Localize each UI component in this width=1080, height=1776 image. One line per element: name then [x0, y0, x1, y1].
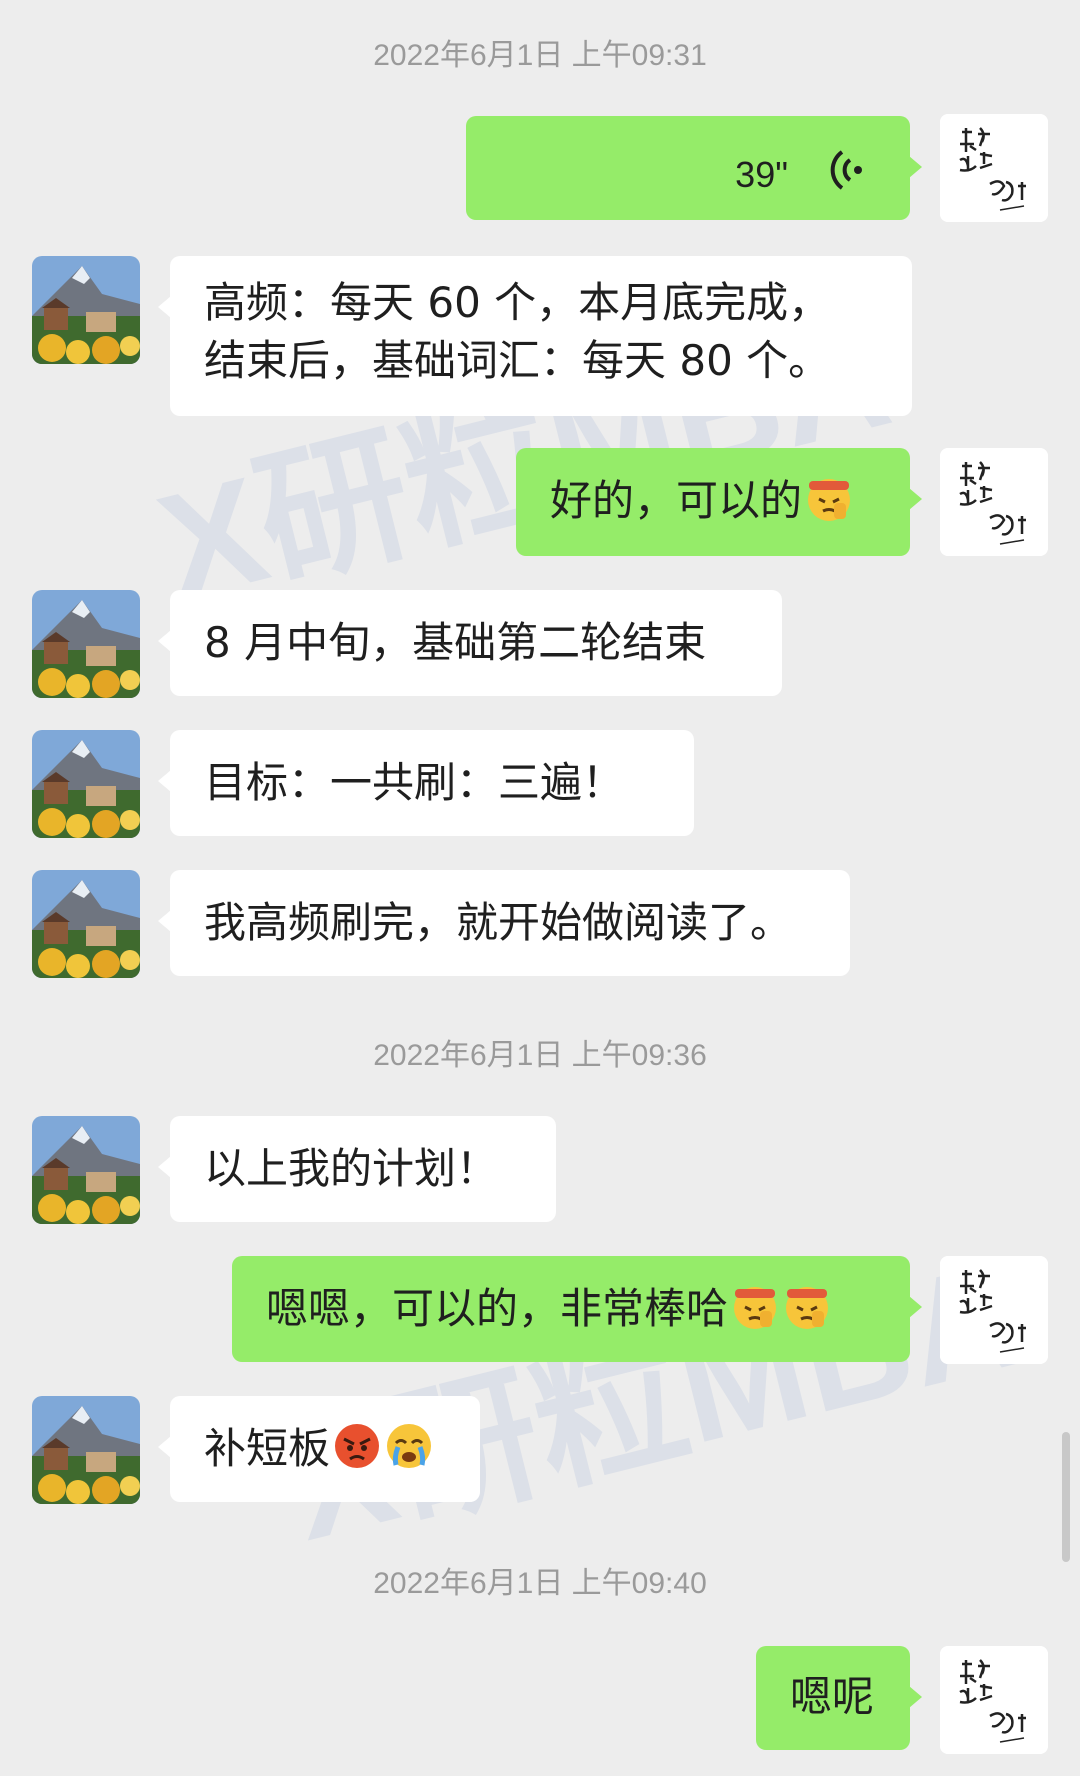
landscape-avatar-image — [32, 1116, 140, 1224]
crying-emoji-icon — [387, 1424, 432, 1468]
calligraphy-avatar-image — [940, 448, 1048, 556]
message-bubble[interactable]: 目标：一共刷：三遍！ — [158, 730, 694, 836]
contact-avatar[interactable] — [32, 870, 140, 978]
message-bubble[interactable]: 8 月中旬，基础第二轮结束 — [158, 590, 782, 696]
timestamp: 2022年6月1日 上午09:36 — [373, 1039, 707, 1072]
contact-avatar[interactable] — [32, 256, 140, 364]
calligraphy-avatar-image — [940, 114, 1048, 222]
message-text: 8 月中旬，基础第二轮结束 — [204, 618, 707, 667]
chat-view: X研粒MBA X研粒MBA 2022年6月1日 上午09:31 39" — [0, 0, 1080, 1776]
my-avatar[interactable] — [940, 1646, 1048, 1754]
contact-avatar[interactable] — [32, 1396, 140, 1504]
contact-avatar[interactable] — [32, 1116, 140, 1224]
landscape-avatar-image — [32, 730, 140, 838]
message-text: 目标：一共刷：三遍！ — [204, 758, 625, 807]
calligraphy-avatar-image — [940, 1646, 1048, 1754]
timestamp: 2022年6月1日 上午09:31 — [373, 39, 707, 72]
angry-emoji-icon — [335, 1424, 380, 1468]
message-text: 我高频刷完，就开始做阅读了。 — [204, 898, 793, 947]
landscape-avatar-image — [32, 590, 140, 698]
message-bubble[interactable]: 嗯呢 — [756, 1646, 922, 1750]
scrollbar-thumb[interactable] — [1062, 1432, 1070, 1562]
contact-avatar[interactable] — [32, 590, 140, 698]
salute-emoji-icon — [786, 1287, 829, 1329]
message-text: 好的，可以的 — [550, 476, 803, 525]
salute-emoji-icon — [734, 1287, 777, 1329]
message-bubble[interactable]: 高频：每天 60 个，本月底完成， 结束后，基础词汇：每天 80 个。 — [158, 256, 912, 416]
message-bubble[interactable]: 我高频刷完，就开始做阅读了。 — [158, 870, 850, 976]
watermark-bottom: X研粒MBA — [274, 1229, 1035, 1571]
message-bubble[interactable]: 好的，可以的 — [516, 448, 922, 556]
voice-message-bubble[interactable]: 39" — [466, 116, 922, 220]
salute-emoji-icon — [808, 479, 851, 521]
my-avatar[interactable] — [940, 448, 1048, 556]
landscape-avatar-image — [32, 1396, 140, 1504]
landscape-avatar-image — [32, 256, 140, 364]
message-text-line: 高频：每天 60 个，本月底完成， — [204, 278, 831, 327]
my-avatar[interactable] — [940, 114, 1048, 222]
contact-avatar[interactable] — [32, 730, 140, 838]
message-text: 补短板 — [204, 1424, 331, 1473]
message-text: 嗯呢 — [790, 1672, 875, 1721]
voice-duration: 39" — [735, 154, 788, 195]
message-bubble[interactable]: 嗯嗯，可以的，非常棒哈 — [232, 1256, 922, 1362]
message-text: 嗯嗯，可以的，非常棒哈 — [266, 1284, 729, 1333]
message-text-line: 结束后，基础词汇：每天 80 个。 — [204, 336, 831, 385]
message-text: 以上我的计划！ — [204, 1144, 499, 1193]
voice-wave-icon — [830, 150, 862, 190]
timestamp: 2022年6月1日 上午09:40 — [373, 1567, 707, 1600]
message-bubble[interactable]: 补短板 — [158, 1396, 480, 1502]
message-bubble[interactable]: 以上我的计划！ — [158, 1116, 556, 1222]
landscape-avatar-image — [32, 870, 140, 978]
calligraphy-avatar-image — [940, 1256, 1048, 1364]
my-avatar[interactable] — [940, 1256, 1048, 1364]
